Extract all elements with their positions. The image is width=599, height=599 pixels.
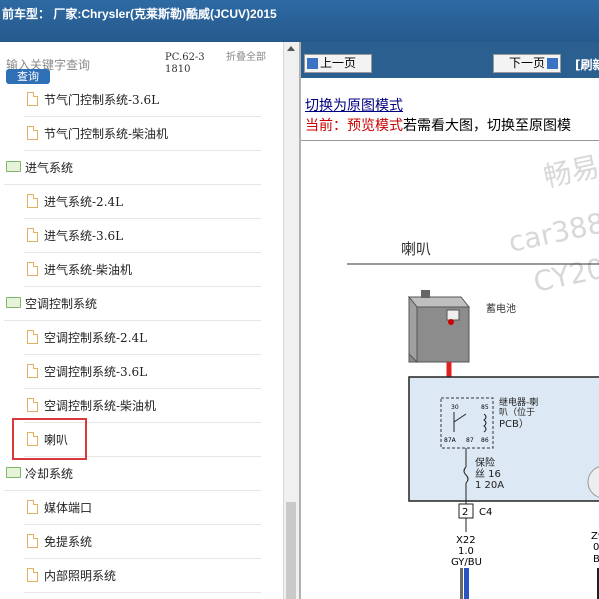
fuse-label-3: 1 20A [475, 480, 504, 491]
collapse-all-link[interactable]: 折叠全部 [226, 52, 266, 63]
wire-id: X22 [456, 535, 476, 546]
vehicle-title: 前车型： 厂家:Chrysler(克莱斯勒)酷威(JCUV)2015 [2, 7, 277, 21]
scroll-up-icon[interactable] [287, 46, 295, 51]
tree-item[interactable]: 进气系统-2.4L [24, 184, 261, 219]
tree-folder[interactable]: 空调控制系统 [4, 286, 261, 321]
battery-label: 蓄电池 [486, 302, 516, 315]
current-mode-label: 当前：预览模式 [305, 118, 403, 134]
wire-gray [460, 568, 463, 599]
relay-label-1: 继电器-喇 [499, 396, 538, 408]
wire-gauge: 1.0 [458, 546, 474, 557]
mode-status: 当前：预览模式若需看大图，切换至原图模 [305, 115, 571, 135]
folder-icon [6, 467, 21, 478]
tree-item[interactable]: 空调控制系统-2.4L [24, 320, 261, 355]
diagram-title: 喇叭 [401, 240, 431, 258]
relay-pin-30: 30 [451, 404, 459, 411]
relay-label-3: PCB） [499, 418, 529, 430]
document-icon [27, 330, 38, 344]
document-icon [27, 126, 38, 140]
relay-label-2: 叭（位于 [499, 406, 535, 418]
folder-icon [6, 161, 21, 172]
connector-label: C4 [479, 507, 492, 518]
tree-item[interactable]: 进气系统-3.6L [24, 218, 261, 253]
tree-item-label: 免提系统 [44, 535, 93, 549]
document-icon [27, 534, 38, 548]
tree-item-label: 空调控制系统-柴油机 [44, 399, 157, 413]
prev-page-label: 上一页 [319, 56, 356, 70]
tree-item-label: 节气门控制系统-柴油机 [44, 127, 169, 141]
doc-code: PC.62-31810 [165, 52, 205, 75]
wire-color: GY/BU [451, 557, 482, 568]
relay-pin-86: 86 [481, 437, 489, 444]
tree-item-label: 节气门控制系统-3.6L [44, 93, 160, 107]
watermark-2: car388 [506, 206, 599, 259]
right-wire-color: B [593, 554, 599, 565]
tree-folder[interactable]: 冷却系统 [4, 456, 261, 491]
tree-item-label: 冷却系统 [25, 467, 74, 481]
prev-page-button[interactable]: 上一页 [304, 54, 372, 73]
document-icon [27, 398, 38, 412]
relay-pin-87: 87 [466, 437, 474, 444]
watermark-1: 畅易 [541, 150, 599, 194]
tree-item-label: 进气系统-柴油机 [44, 263, 133, 277]
tree-item-label: 进气系统 [25, 161, 74, 175]
switch-original-link[interactable]: 切换为原图模式 [305, 95, 403, 115]
document-icon [27, 500, 38, 514]
tree-item-label: 进气系统-2.4L [44, 195, 124, 209]
pin-label: 2 [462, 507, 468, 518]
right-panel: 上一页 下一页 [刷新 切换为原图模式 当前：预览模式若需看大图，切换至原图模 … [299, 42, 599, 599]
refresh-link[interactable]: [刷新 [575, 56, 599, 73]
wiring-diagram: 畅易 car388 CY20 喇叭 蓄电池 30 85 86 87A 87 继电… [347, 150, 599, 599]
wire-blue [464, 568, 469, 599]
tree-item[interactable]: 免提系统 [24, 524, 261, 559]
divider [301, 140, 599, 141]
document-icon [27, 228, 38, 242]
document-icon [27, 364, 38, 378]
relay-pin-87a: 87A [444, 437, 457, 444]
tree-item-label: 媒体端口 [44, 501, 93, 515]
nav-bar: 上一页 下一页 [刷新 [301, 42, 599, 78]
tree-item-label: 空调控制系统-2.4L [44, 331, 148, 345]
tree-item-label: 空调控制系统 [25, 297, 98, 311]
right-wire-gauge: 0. [593, 542, 599, 553]
folder-icon [6, 297, 21, 308]
relay-pin-85: 85 [481, 404, 489, 411]
tree-item[interactable]: 空调控制系统-3.6L [24, 354, 261, 389]
next-page-label: 下一页 [508, 56, 545, 70]
left-scrollbar[interactable] [283, 42, 299, 599]
document-icon [27, 262, 38, 276]
arrow-right-icon [547, 58, 558, 69]
next-page-button[interactable]: 下一页 [493, 54, 561, 73]
battery-icon [407, 290, 471, 364]
tree-folder[interactable]: 进气系统 [4, 150, 261, 185]
tree-item[interactable]: 内部照明系统 [24, 558, 261, 593]
watermark: 畅易 car388 CY20 [506, 150, 599, 299]
watermark-3: CY20 [531, 252, 599, 299]
document-icon [27, 568, 38, 582]
tree-item-label: 进气系统-3.6L [44, 229, 124, 243]
right-connector-label: Z9 [591, 531, 599, 542]
left-panel: 输入关键字查询 查询 PC.62-31810 折叠全部 节气门控制系统-3.6L… [0, 42, 283, 599]
scroll-thumb[interactable] [286, 502, 296, 599]
fuse-label-1: 保险 [475, 456, 495, 469]
title-bar: 前车型： 厂家:Chrysler(克莱斯勒)酷威(JCUV)2015 [0, 0, 599, 42]
tree-item[interactable]: 进气系统-柴油机 [24, 252, 261, 287]
document-icon [27, 194, 38, 208]
selected-item-highlight [12, 418, 87, 460]
fuse-label-2: 丝 16 [475, 468, 501, 480]
tree-item[interactable]: 媒体端口 [24, 490, 261, 525]
tree-item[interactable]: 节气门控制系统-3.6L [24, 82, 261, 117]
tree-item-label: 内部照明系统 [44, 569, 117, 583]
current-mode-desc: 若需看大图，切换至原图模 [403, 118, 571, 134]
arrow-left-icon [307, 58, 318, 69]
document-icon [27, 92, 38, 106]
tree-item[interactable]: 节气门控制系统-柴油机 [24, 116, 261, 151]
tree-item-label: 空调控制系统-3.6L [44, 365, 148, 379]
